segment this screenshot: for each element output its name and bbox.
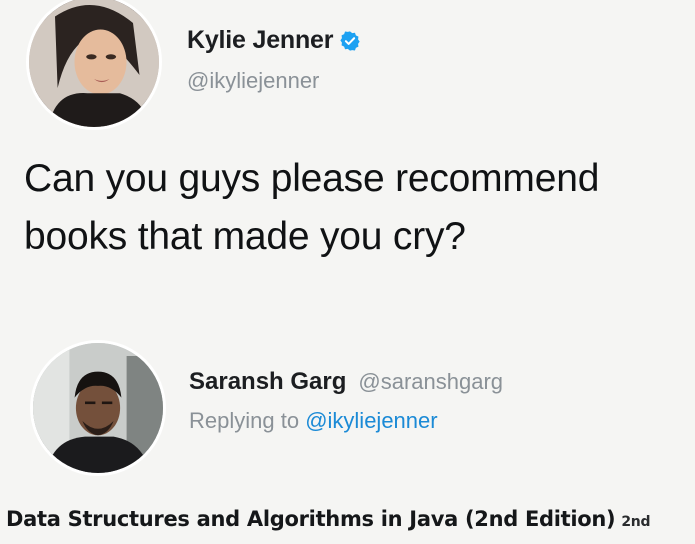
avatar[interactable] xyxy=(30,340,166,476)
saransh-avatar-image xyxy=(33,343,163,473)
replying-to: Replying to @ikyliejenner xyxy=(189,408,438,434)
reply-text: Data Structures and Algorithms in Java (… xyxy=(6,507,651,531)
screenshot-page: Kylie Jenner @ikyliejenner Can you guys … xyxy=(0,0,695,544)
reply-text-suffix: 2nd xyxy=(621,514,651,530)
tweet-author[interactable]: Kylie Jenner xyxy=(187,26,361,55)
author-handle[interactable]: @ikyliejenner xyxy=(187,68,319,94)
avatar[interactable] xyxy=(26,0,162,130)
author-name[interactable]: Kylie Jenner xyxy=(187,26,333,55)
tweet-text: Can you guys please recommend books that… xyxy=(24,157,600,258)
replying-to-link[interactable]: @ikyliejenner xyxy=(305,408,437,433)
reply-text-main: Data Structures and Algorithms in Java (… xyxy=(6,507,616,531)
reply-author[interactable]: Saransh Garg @saranshgarg xyxy=(189,368,503,396)
replying-to-label: Replying to xyxy=(189,408,300,433)
verified-badge-icon xyxy=(339,30,361,52)
reply-author-handle[interactable]: @saranshgarg xyxy=(358,369,503,395)
reply-author-name[interactable]: Saransh Garg xyxy=(189,368,346,396)
kylie-avatar-image xyxy=(29,0,159,127)
